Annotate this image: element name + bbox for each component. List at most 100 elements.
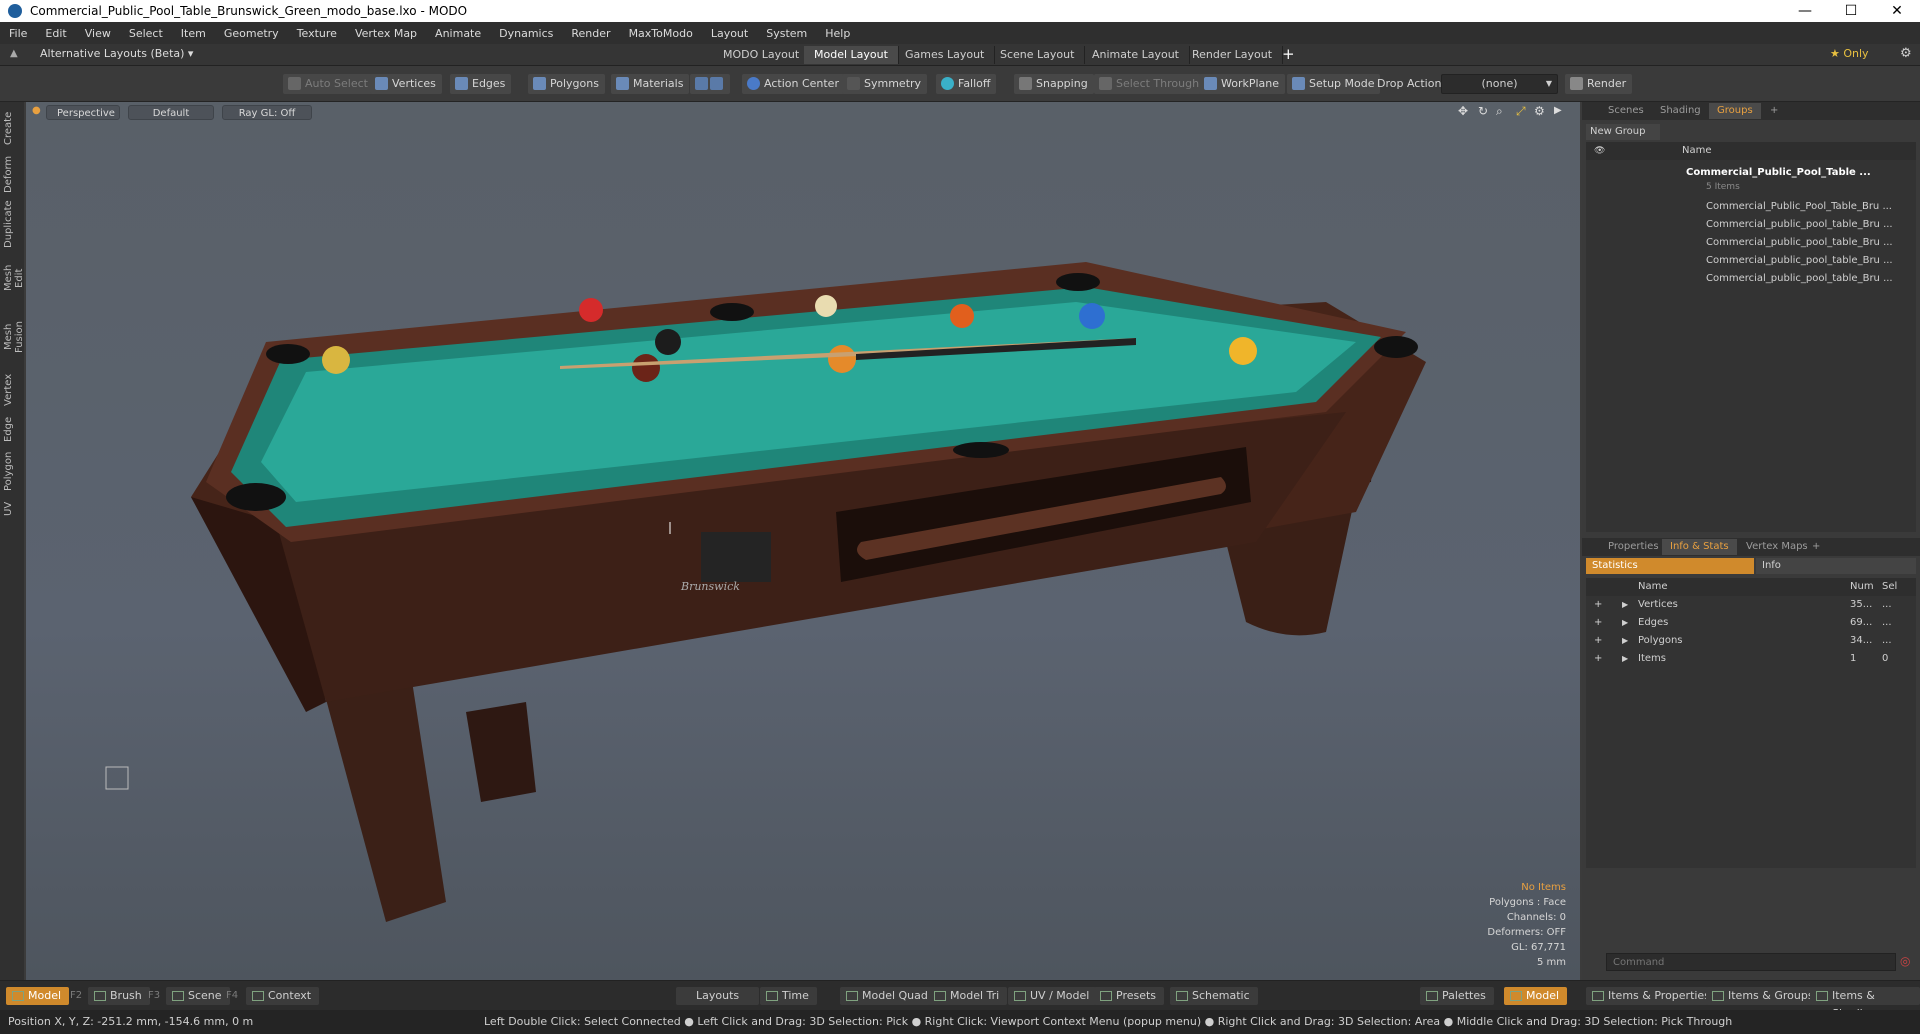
list-item[interactable]: Commercial_public_pool_table_Bru ...: [1706, 270, 1911, 288]
model-quad-button[interactable]: Model Quad: [840, 987, 936, 1005]
menu-view[interactable]: View: [76, 27, 120, 40]
tab-scenes[interactable]: Scenes: [1600, 103, 1652, 119]
context-tab[interactable]: Context: [246, 987, 320, 1005]
menu-dynamics[interactable]: Dynamics: [490, 27, 562, 40]
minimize-button[interactable]: —: [1782, 3, 1828, 19]
tab-shading[interactable]: Shading: [1652, 103, 1709, 119]
layouts-button[interactable]: Layouts: [676, 987, 760, 1005]
eye-icon[interactable]: 👁: [1594, 142, 1605, 160]
time-button[interactable]: Time: [760, 987, 817, 1005]
items-properties-button[interactable]: Items & Properties: [1586, 987, 1718, 1005]
expand-icon[interactable]: ▶: [1622, 614, 1628, 632]
plus-icon[interactable]: +: [1594, 650, 1602, 668]
table-row[interactable]: + ▶ Vertices 35... ...: [1586, 596, 1916, 614]
tab-vertex[interactable]: Vertex: [3, 372, 21, 408]
falloff-button[interactable]: Falloff: [936, 74, 997, 94]
tab-polygon[interactable]: Polygon: [3, 450, 21, 492]
menu-vertex-map[interactable]: Vertex Map: [346, 27, 426, 40]
plus-icon[interactable]: +: [1594, 596, 1602, 614]
tab-edge[interactable]: Edge: [3, 414, 21, 444]
alternative-layouts-dropdown[interactable]: Alternative Layouts (Beta) ▾: [40, 47, 193, 60]
menu-help[interactable]: Help: [816, 27, 859, 40]
expand-icon[interactable]: ▶: [1622, 596, 1628, 614]
3d-viewport[interactable]: ● Perspective Default Ray GL: Off ✥ ↻ ⌕ …: [26, 102, 1580, 980]
list-item[interactable]: Commercial_public_pool_table_Bru ...: [1706, 234, 1911, 252]
menu-maxtomodo[interactable]: MaxToModo: [620, 27, 702, 40]
render-button[interactable]: Render: [1565, 74, 1633, 94]
setup-mode-button[interactable]: Setup Mode: [1287, 74, 1381, 94]
items-groups-button[interactable]: Items & Groups: [1706, 987, 1822, 1005]
tab-groups[interactable]: Groups: [1709, 103, 1761, 119]
table-row[interactable]: + ▶ Polygons 34... ...: [1586, 632, 1916, 650]
tab-render-layout[interactable]: Render Layout: [1182, 46, 1284, 64]
tab-mesh-edit[interactable]: Mesh Edit: [3, 254, 25, 302]
action-center-button[interactable]: Action Center: [742, 74, 845, 94]
materials-button[interactable]: Materials: [611, 74, 690, 94]
new-group-button[interactable]: New Group: [1586, 124, 1660, 140]
add-tab-button[interactable]: +: [1762, 103, 1786, 119]
selection-sets-button[interactable]: [690, 74, 730, 94]
tab-model-layout[interactable]: Model Layout: [804, 46, 899, 64]
uv-model-button[interactable]: UV / Model: [1008, 987, 1098, 1005]
brush-tab[interactable]: Brush: [88, 987, 150, 1005]
drop-action-select[interactable]: (none) ▼: [1441, 74, 1558, 94]
tab-uv[interactable]: UV: [3, 498, 21, 520]
menu-select[interactable]: Select: [120, 27, 172, 40]
menu-item[interactable]: Item: [172, 27, 215, 40]
tab-games-layout[interactable]: Games Layout: [895, 46, 996, 64]
menu-geometry[interactable]: Geometry: [215, 27, 288, 40]
select-through-button[interactable]: Select Through: [1094, 74, 1206, 94]
items-shading-button[interactable]: Items & Shading: [1810, 987, 1920, 1020]
tab-info-stats[interactable]: Info & Stats: [1662, 539, 1737, 555]
schematic-button[interactable]: Schematic: [1170, 987, 1258, 1005]
menu-system[interactable]: System: [757, 27, 816, 40]
gear-icon[interactable]: ⚙: [1900, 46, 1912, 61]
tab-create[interactable]: Create: [3, 108, 21, 148]
symmetry-button[interactable]: Symmetry: [842, 74, 928, 94]
tab-deform[interactable]: Deform: [3, 154, 21, 194]
edges-button[interactable]: Edges: [450, 74, 512, 94]
model-tri-button[interactable]: Model Tri: [928, 987, 1008, 1005]
tab-scene-layout[interactable]: Scene Layout: [990, 46, 1086, 64]
polygons-button[interactable]: Polygons: [528, 74, 605, 94]
command-input[interactable]: [1606, 953, 1896, 971]
plus-icon[interactable]: +: [1594, 614, 1602, 632]
model-right-button[interactable]: Model: [1504, 987, 1568, 1005]
menu-file[interactable]: File: [0, 27, 36, 40]
presets-button[interactable]: Presets: [1094, 987, 1165, 1005]
model-tab[interactable]: Model: [6, 987, 70, 1005]
menu-texture[interactable]: Texture: [288, 27, 346, 40]
plus-icon[interactable]: +: [1594, 632, 1602, 650]
palettes-button[interactable]: Palettes: [1420, 987, 1494, 1005]
menu-edit[interactable]: Edit: [36, 27, 75, 40]
tab-modo-layout[interactable]: MODO Layout: [713, 46, 811, 64]
scene-tab[interactable]: Scene: [166, 987, 230, 1005]
close-button[interactable]: ✕: [1874, 3, 1920, 19]
tab-properties[interactable]: Properties: [1600, 539, 1667, 555]
tab-duplicate[interactable]: Duplicate: [3, 200, 21, 248]
list-item[interactable]: Commercial_public_pool_table_Bru ...: [1706, 252, 1911, 270]
menu-render[interactable]: Render: [562, 27, 619, 40]
snapping-button[interactable]: Snapping: [1014, 74, 1094, 94]
layout-arrow-icon[interactable]: ▲: [10, 48, 18, 59]
add-props-tab-button[interactable]: +: [1804, 539, 1828, 555]
vertices-button[interactable]: Vertices: [370, 74, 442, 94]
menu-animate[interactable]: Animate: [426, 27, 490, 40]
list-item[interactable]: Commercial_Public_Pool_Table_Bru ...: [1706, 198, 1911, 216]
tab-mesh-fusion[interactable]: Mesh Fusion: [3, 308, 25, 366]
maximize-button[interactable]: ☐: [1828, 3, 1874, 19]
workplane-button[interactable]: WorkPlane: [1199, 74, 1286, 94]
record-icon[interactable]: ◎: [1900, 954, 1910, 968]
list-item[interactable]: Commercial_public_pool_table_Bru ...: [1706, 216, 1911, 234]
expand-icon[interactable]: ▶: [1622, 650, 1628, 668]
table-row[interactable]: + ▶ Edges 69... ...: [1586, 614, 1916, 632]
pool-table-model[interactable]: Brunswick: [26, 102, 1580, 980]
tab-animate-layout[interactable]: Animate Layout: [1082, 46, 1190, 64]
info-tab[interactable]: Info: [1756, 558, 1916, 574]
statistics-tab[interactable]: Statistics: [1586, 558, 1754, 574]
only-toggle[interactable]: ★ Only: [1830, 47, 1869, 60]
add-layout-button[interactable]: +: [1282, 45, 1295, 63]
table-row[interactable]: + ▶ Items 1 0: [1586, 650, 1916, 668]
auto-select-button[interactable]: Auto Select: [283, 74, 374, 94]
menu-layout[interactable]: Layout: [702, 27, 757, 40]
